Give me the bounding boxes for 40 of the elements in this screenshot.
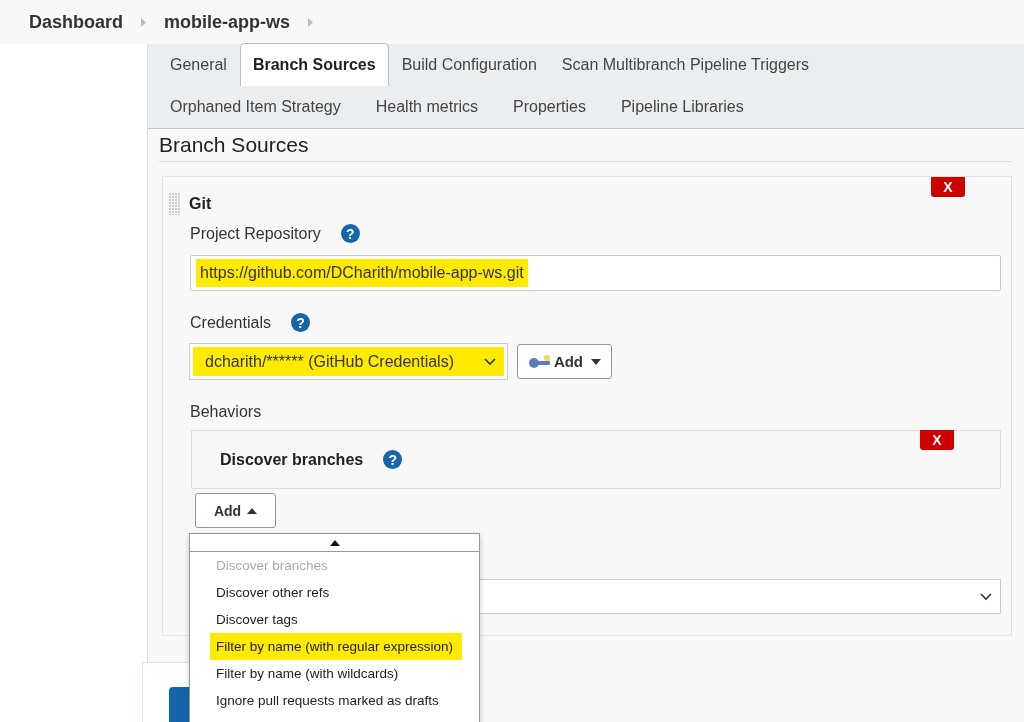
caret-icon (591, 358, 601, 365)
section-heading: Branch Sources (159, 133, 1012, 162)
field-label: Project Repository (190, 224, 321, 243)
behavior-title: Discover branches (220, 450, 364, 469)
menu-item[interactable]: Ignore pull requests marked as drafts (210, 687, 462, 714)
section-label: Behaviors (190, 403, 263, 421)
source-title: Git (189, 195, 212, 213)
tab[interactable]: Health metrics (363, 98, 490, 116)
help-icon[interactable]: ? (290, 313, 310, 332)
menu-item[interactable]: Filter by name (with wildcards) (210, 660, 462, 687)
tab[interactable]: Pipeline Libraries (608, 98, 756, 116)
breadcrumb-link[interactable]: Dashboard (29, 11, 124, 33)
breadcrumb-link[interactable]: mobile-app-ws (164, 11, 291, 33)
chevron-down-icon (980, 592, 992, 601)
help-icon[interactable]: ? (383, 450, 403, 469)
key-icon (528, 354, 552, 369)
caret-icon (247, 507, 258, 514)
drag-handle-icon[interactable] (169, 193, 181, 215)
menu-item[interactable]: Discover tags (210, 606, 462, 633)
add-behavior-button[interactable]: Add (195, 493, 276, 528)
chevron-icon[interactable] (308, 17, 314, 27)
delete-button[interactable]: X (920, 430, 954, 450)
credentials-select[interactable]: dcharith/****** (GitHub Credentials) (190, 344, 507, 379)
field-label: Credentials (190, 313, 271, 332)
menu-item[interactable]: Filter by name (with regular expression) (210, 633, 462, 660)
repository-url-field[interactable]: https://github.com/DCharith/mobile-app-ws.git (190, 255, 1001, 291)
help-icon[interactable]: ? (340, 224, 360, 243)
tab[interactable]: Orphaned Item Strategy (158, 98, 353, 116)
add-credentials-button[interactable]: Add (517, 344, 612, 379)
tab[interactable]: Branch Sources (239, 43, 389, 86)
tab[interactable]: Scan Multibranch Pipeline Triggers (549, 44, 822, 86)
delete-button[interactable]: X (931, 177, 965, 197)
menu-item[interactable]: Discover other refs (210, 579, 462, 606)
field-value: https://github.com/DCharith/mobile-app-ws.git (196, 259, 528, 287)
tab[interactable]: Build Configuration (389, 44, 549, 86)
chevron-down-icon (484, 357, 496, 366)
caret-icon (329, 539, 340, 546)
tab[interactable]: Properties (501, 98, 598, 116)
chevron-icon[interactable] (141, 17, 147, 27)
tab[interactable]: General (158, 44, 239, 86)
